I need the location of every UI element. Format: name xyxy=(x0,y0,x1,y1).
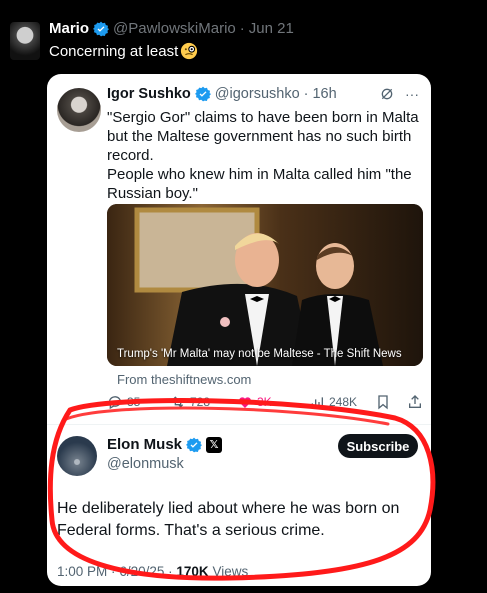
quoted-text: "Sergio Gor" claims to have been born in… xyxy=(107,109,419,202)
outer-tweet-header: Mario @PawlowskiMario · Jun 21 xyxy=(49,20,294,37)
monocle-face-emoji-icon xyxy=(181,42,198,60)
reply-views-count: 170K xyxy=(176,564,209,579)
like-count: 3K xyxy=(257,395,272,409)
grok-icon[interactable] xyxy=(379,86,395,102)
tweet-text-content: Concerning at least xyxy=(49,42,179,60)
more-options-icon[interactable]: ··· xyxy=(405,86,419,102)
quoted-author-handle[interactable]: @igorsushko xyxy=(215,86,300,102)
repost-count: 728 xyxy=(190,395,211,409)
reply-author-name-text: Elon Musk xyxy=(107,436,183,453)
separator-dot: · xyxy=(239,20,245,37)
reply-author-handle[interactable]: @elonmusk xyxy=(107,456,184,472)
author-handle[interactable]: @PawlowskiMario xyxy=(113,20,236,37)
repost-button[interactable]: 728 xyxy=(170,394,210,410)
reply-avatar[interactable] xyxy=(57,436,97,476)
link-card-image[interactable]: Trump's 'Mr Malta' may not be Maltese - … xyxy=(107,204,423,366)
verified-badge-icon xyxy=(93,21,110,36)
reply-text: He deliberately lied about where he was … xyxy=(57,500,400,539)
bookmark-button[interactable] xyxy=(375,394,391,410)
quoted-header: Igor Sushko @igorsushko · 16h xyxy=(107,86,337,102)
quoted-tools: ··· xyxy=(379,86,419,102)
views-button[interactable]: 248K xyxy=(309,394,357,410)
verified-badge-icon xyxy=(194,86,211,102)
reply-date[interactable]: 6/20/25 xyxy=(119,564,164,579)
heart-icon xyxy=(239,397,251,408)
quoted-tweet-card[interactable]: Igor Sushko @igorsushko · 16h ··· "Sergi… xyxy=(47,74,431,586)
verified-badge-icon xyxy=(186,437,203,452)
avatar[interactable] xyxy=(10,22,40,60)
separator-dot: · xyxy=(111,564,116,579)
x-affiliate-icon: 𝕏 xyxy=(206,436,223,453)
quoted-time[interactable]: 16h xyxy=(312,86,336,102)
share-button[interactable] xyxy=(407,394,423,410)
outer-tweet: Mario @PawlowskiMario · Jun 21 Concernin… xyxy=(0,0,487,593)
reply-icon xyxy=(108,396,121,410)
quoted-avatar[interactable] xyxy=(57,88,101,132)
reply-count: 35 xyxy=(127,395,141,409)
bookmark-icon xyxy=(378,395,388,410)
tweet-date[interactable]: Jun 21 xyxy=(249,20,294,37)
views-count: 248K xyxy=(329,395,358,409)
action-bar: 35 728 3K 248K xyxy=(107,394,427,414)
reply-author-name[interactable]: Elon Musk 𝕏 xyxy=(107,436,223,453)
repost-icon xyxy=(172,396,184,408)
like-button[interactable]: 3K xyxy=(237,394,272,410)
reply-time[interactable]: 1:00 PM xyxy=(57,564,107,579)
separator-dot: · xyxy=(168,564,173,579)
share-icon xyxy=(409,395,421,408)
quoted-author-name[interactable]: Igor Sushko xyxy=(107,86,191,102)
link-source[interactable]: From theshiftnews.com xyxy=(117,372,251,387)
subscribe-button[interactable]: Subscribe xyxy=(338,434,418,458)
author-name[interactable]: Mario xyxy=(49,20,89,37)
divider xyxy=(47,424,431,425)
separator-dot: · xyxy=(303,86,309,102)
views-chart-icon xyxy=(311,397,323,408)
tweet-text: Concerning at least xyxy=(49,42,198,60)
reply-button[interactable]: 35 xyxy=(107,394,140,410)
reply-views-label: Views xyxy=(212,564,249,579)
link-card-caption: Trump's 'Mr Malta' may not be Maltese - … xyxy=(117,348,402,360)
photo-two-men-in-tuxedos xyxy=(107,204,423,366)
reply-meta: 1:00 PM · 6/20/25 · 170K Views xyxy=(57,564,248,579)
